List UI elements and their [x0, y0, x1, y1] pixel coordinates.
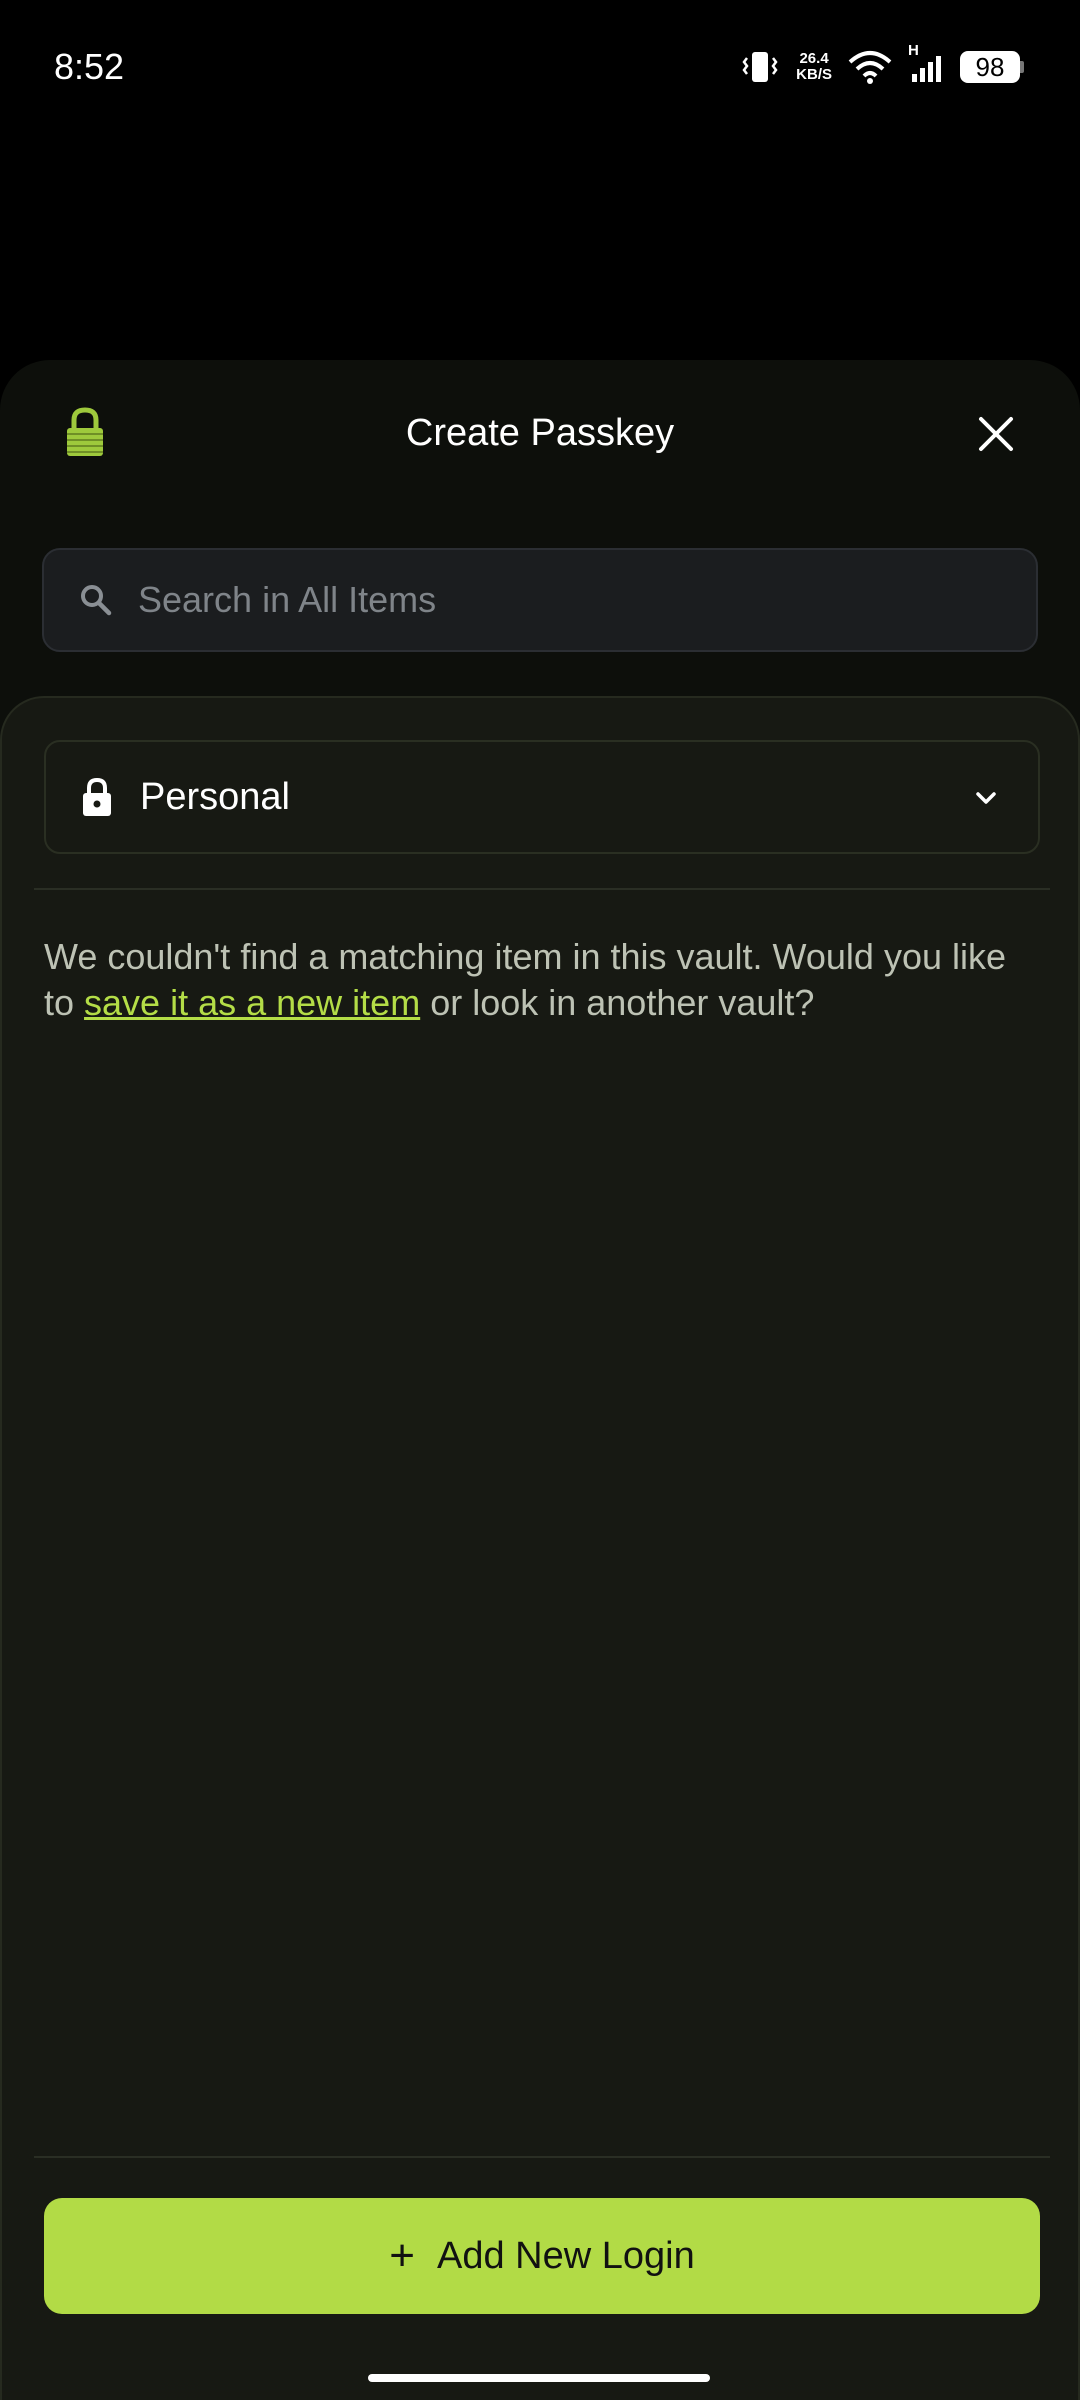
add-new-login-label: Add New Login: [436, 2234, 695, 2277]
search-input[interactable]: [138, 579, 1012, 621]
plus-icon: +: [389, 2231, 415, 2280]
network-speed-unit: KB/S: [796, 66, 832, 83]
home-indicator[interactable]: [368, 2374, 710, 2382]
network-type: H: [908, 42, 919, 59]
divider: [34, 2156, 1050, 2158]
close-button[interactable]: [970, 410, 1022, 462]
search-box[interactable]: [42, 548, 1038, 652]
sheet-title: Create Passkey: [405, 412, 675, 454]
battery-tip: [1020, 61, 1024, 73]
battery-icon: 98: [960, 51, 1024, 83]
status-time: 8:52: [54, 46, 125, 87]
network-speed: 26.4 KB/S: [796, 51, 832, 83]
add-new-login-button[interactable]: + Add New Login: [44, 2198, 1040, 2314]
network-speed-value: 26.4: [799, 50, 829, 67]
save-as-new-item-link[interactable]: save it as a new item: [84, 982, 420, 1023]
cellular-signal-icon: H: [908, 42, 944, 84]
status-bar: 8:52 26.4 KB/S H 98: [0, 0, 1080, 140]
vibrate-icon: [740, 50, 780, 84]
wifi-icon: [848, 50, 892, 84]
lock-icon: [82, 777, 112, 817]
vault-selector[interactable]: Personal: [44, 740, 1040, 854]
sheet-header: Create Passkey: [0, 360, 1080, 510]
close-icon: [978, 416, 1014, 457]
message-text-after: or look in another vault?: [420, 982, 815, 1023]
no-match-message: We couldn't find a matching item in this…: [44, 934, 1044, 1026]
divider: [34, 888, 1050, 890]
chevron-down-icon: [972, 784, 1000, 812]
vault-panel: Personal We couldn't find a matching ite…: [0, 696, 1080, 2400]
battery-level: 98: [960, 51, 1020, 83]
search-icon: [78, 582, 114, 618]
vault-name: Personal: [140, 775, 290, 818]
status-icons: 26.4 KB/S H 98: [740, 42, 1024, 84]
